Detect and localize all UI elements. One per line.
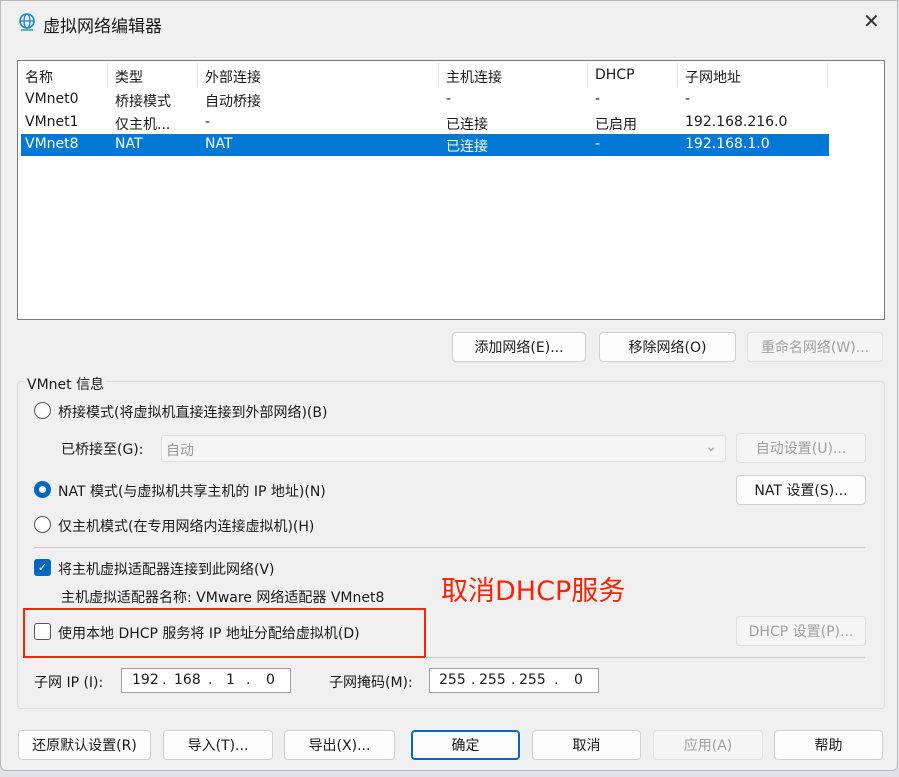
mask-octet[interactable]: 255 xyxy=(519,672,546,688)
cell: VMnet0 xyxy=(25,91,79,107)
help-button[interactable]: 帮助 xyxy=(774,730,883,760)
globe-icon xyxy=(19,13,35,31)
cell: 已启用 xyxy=(595,117,637,133)
ip-octet[interactable]: 0 xyxy=(266,672,275,688)
close-icon[interactable]: ✕ xyxy=(863,9,880,33)
adapter-name-text: 主机虚拟适配器名称: VMware 网络适配器 VMnet8 xyxy=(61,590,385,606)
cell: - xyxy=(205,114,211,130)
column-header-subnet[interactable]: 子网地址 xyxy=(685,67,741,87)
cell: 已连接 xyxy=(446,139,488,155)
column-header-host[interactable]: 主机连接 xyxy=(446,67,502,87)
remove-network-button[interactable]: 移除网络(O) xyxy=(599,332,736,362)
subnet-ip-label: 子网 IP (I): xyxy=(34,675,104,691)
host-only-label[interactable]: 仅主机模式(在专用网络内连接虚拟机)(H) xyxy=(58,516,314,536)
table-row-selected[interactable]: VMnet8 NAT NAT 已连接 - 192.168.1.0 xyxy=(21,134,829,156)
column-header-type[interactable]: 类型 xyxy=(115,67,143,87)
ip-octet[interactable]: 1 xyxy=(226,672,235,688)
nat-mode-label[interactable]: NAT 模式(与虚拟机共享主机的 IP 地址)(N) xyxy=(58,481,326,501)
host-only-radio[interactable] xyxy=(34,516,51,533)
table-row[interactable]: VMnet0 桥接模式 自动桥接 - - - xyxy=(21,89,829,111)
ip-octet[interactable]: 168 xyxy=(174,672,201,688)
table-row[interactable]: VMnet1 仅主机... - 已连接 已启用 192.168.216.0 xyxy=(21,112,829,134)
virtual-network-editor-window: 虚拟网络编辑器 ✕ 名称 类型 外部连接 主机连接 DHCP 子网地址 VMne… xyxy=(0,0,898,771)
connect-adapter-checkbox[interactable]: ✓ xyxy=(34,559,51,576)
connect-adapter-label[interactable]: 将主机虚拟适配器连接到此网络(V) xyxy=(58,559,275,579)
column-header-dhcp[interactable]: DHCP xyxy=(595,67,635,83)
cell: NAT xyxy=(115,136,143,152)
annotation-text: 取消DHCP服务 xyxy=(441,576,626,607)
chevron-down-icon: ⌄ xyxy=(705,439,717,455)
cell: 自动桥接 xyxy=(205,94,261,110)
bridge-mode-radio[interactable] xyxy=(34,402,51,419)
import-button[interactable]: 导入(T)... xyxy=(163,730,273,760)
cell: 已连接 xyxy=(446,117,488,133)
ip-octet[interactable]: 192 xyxy=(132,672,159,688)
apply-button[interactable]: 应用(A) xyxy=(653,730,763,760)
window-title: 虚拟网络编辑器 xyxy=(43,17,162,37)
bridged-to-value: 自动 xyxy=(166,443,194,459)
vmnet-info-group xyxy=(17,381,885,709)
rename-network-button[interactable]: 重命名网络(W)... xyxy=(747,332,883,362)
cell: VMnet1 xyxy=(25,114,79,130)
mask-octet[interactable]: 255 xyxy=(479,672,506,688)
cell: 192.168.216.0 xyxy=(685,114,788,130)
cell: - xyxy=(595,136,601,152)
bridged-to-select[interactable]: 自动 ⌄ xyxy=(161,435,726,462)
ok-button[interactable]: 确定 xyxy=(411,730,520,760)
subnet-mask-input[interactable]: 255. 255. 255. 0 xyxy=(429,668,599,693)
cancel-button[interactable]: 取消 xyxy=(532,730,641,760)
divider xyxy=(34,547,865,548)
dhcp-settings-button[interactable]: DHCP 设置(P)... xyxy=(736,616,866,646)
nat-settings-button[interactable]: NAT 设置(S)... xyxy=(736,475,866,505)
subnet-ip-input[interactable]: 192. 168. 1. 0 xyxy=(121,668,291,693)
add-network-button[interactable]: 添加网络(E)... xyxy=(452,332,586,362)
mask-octet[interactable]: 0 xyxy=(574,672,583,688)
mask-octet[interactable]: 255 xyxy=(439,672,466,688)
divider xyxy=(425,657,865,658)
cell: - xyxy=(446,91,452,107)
nat-mode-radio[interactable] xyxy=(34,481,51,498)
cell: 桥接模式 xyxy=(115,94,171,110)
column-header-name[interactable]: 名称 xyxy=(25,67,53,87)
cell: 192.168.1.0 xyxy=(685,136,770,152)
group-label: VMnet 信息 xyxy=(25,374,107,394)
restore-defaults-button[interactable]: 还原默认设置(R) xyxy=(18,730,151,760)
network-list[interactable]: 名称 类型 外部连接 主机连接 DHCP 子网地址 VMnet0 桥接模式 自动桥接… xyxy=(17,60,885,320)
export-button[interactable]: 导出(X)... xyxy=(284,730,395,760)
cell: VMnet8 xyxy=(25,136,79,152)
use-dhcp-checkbox[interactable] xyxy=(34,623,51,640)
cell: - xyxy=(595,91,601,107)
auto-settings-button[interactable]: 自动设置(U)... xyxy=(736,433,866,463)
bridged-to-label: 已桥接至(G): xyxy=(61,442,144,458)
use-dhcp-label[interactable]: 使用本地 DHCP 服务将 IP 地址分配给虚拟机(D) xyxy=(58,623,360,643)
cell: - xyxy=(685,91,691,107)
bridge-mode-label[interactable]: 桥接模式(将虚拟机直接连接到外部网络)(B) xyxy=(58,402,327,422)
column-header-external[interactable]: 外部连接 xyxy=(205,67,261,87)
cell: NAT xyxy=(205,136,233,152)
subnet-mask-label: 子网掩码(M): xyxy=(329,675,413,691)
cell: 仅主机... xyxy=(115,117,171,133)
